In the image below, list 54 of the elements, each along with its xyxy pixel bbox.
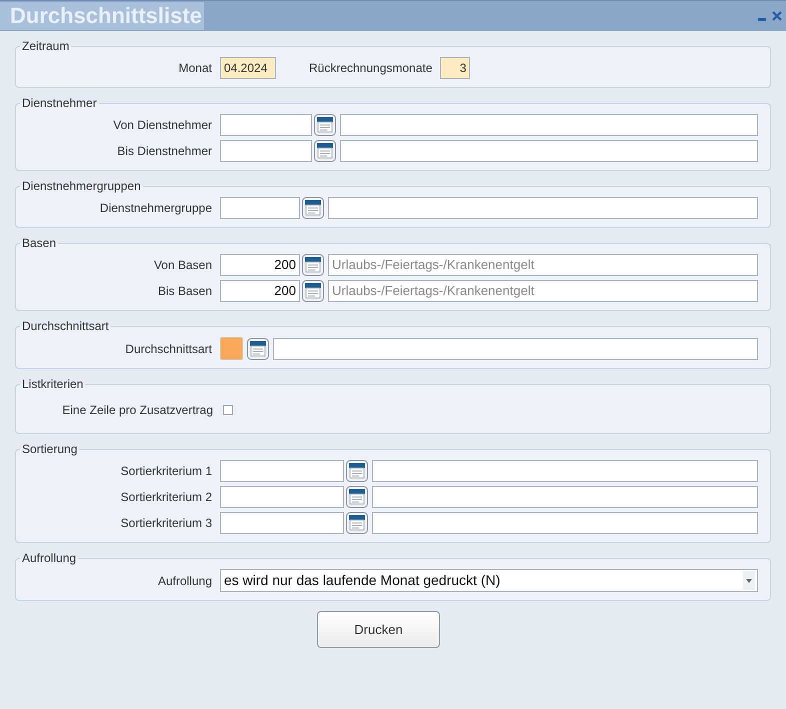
section-title: Zeitraum [21,38,70,55]
input-field[interactable] [340,140,758,162]
section-title: Basen [21,235,58,252]
input-field[interactable] [372,512,758,534]
lookup-button[interactable] [302,197,324,219]
section-title: Durchschnittsart [21,318,110,335]
input-field[interactable] [273,338,758,360]
section-title: Sortierung [21,441,78,458]
color-field[interactable] [220,337,243,360]
field-label: Rückrechnungsmonate [309,60,432,77]
field-label: Von Basen [152,257,212,274]
section-title: Dienstnehmergruppen [21,178,142,195]
input-field[interactable] [220,486,344,508]
lookup-button[interactable] [302,254,324,276]
field-label: Monat [178,60,212,77]
field-label: Bis Dienstnehmer [116,143,212,160]
caret-icon [743,571,755,590]
input-field[interactable] [220,460,344,482]
input-field[interactable]: 200 [220,254,300,276]
dropdown[interactable]: es wird nur das laufende Monat gedruckt (N) [220,569,758,592]
field-label: Dienstnehmergruppe [98,200,212,217]
checkbox-label: Eine Zeile pro Zusatzvertrag [61,402,213,419]
input-field[interactable] [220,140,312,162]
section-title: Dienstnehmer [21,95,98,112]
field-label: Durchschnittsart [124,340,212,358]
print-button[interactable]: Drucken [317,611,440,648]
field-label: Von Dienstnehmer [112,117,212,134]
window-title: Durchschnittsliste [0,2,204,30]
input-field[interactable] [328,197,758,219]
input-field[interactable] [220,114,312,136]
lookup-button[interactable] [314,140,336,162]
lookup-button[interactable] [346,460,368,482]
input-field[interactable] [220,197,300,219]
field-label: Sortierkriterium 3 [120,515,212,532]
checkbox[interactable] [223,405,233,415]
section-title: Aufrollung [21,550,78,567]
input-field[interactable]: 200 [220,280,300,302]
input-field[interactable] [372,486,758,508]
lookup-button[interactable] [346,512,368,534]
input-field[interactable] [220,512,344,534]
section-title: Listkriterien [21,376,84,393]
lookup-button[interactable] [314,114,336,136]
input-field[interactable]: 3 [440,57,470,79]
input-field[interactable] [372,460,758,482]
input-field[interactable]: 04.2024 [220,57,276,79]
lookup-button[interactable] [302,280,324,302]
field-label: Sortierkriterium 2 [120,489,212,506]
close-icon[interactable] [772,11,782,21]
field-label: Aufrollung [156,572,212,590]
field-label: Bis Basen [156,283,212,300]
lookup-button[interactable] [346,486,368,508]
input-field[interactable] [340,114,758,136]
lookup-button[interactable] [247,338,269,360]
field-label: Sortierkriterium 1 [120,463,212,480]
